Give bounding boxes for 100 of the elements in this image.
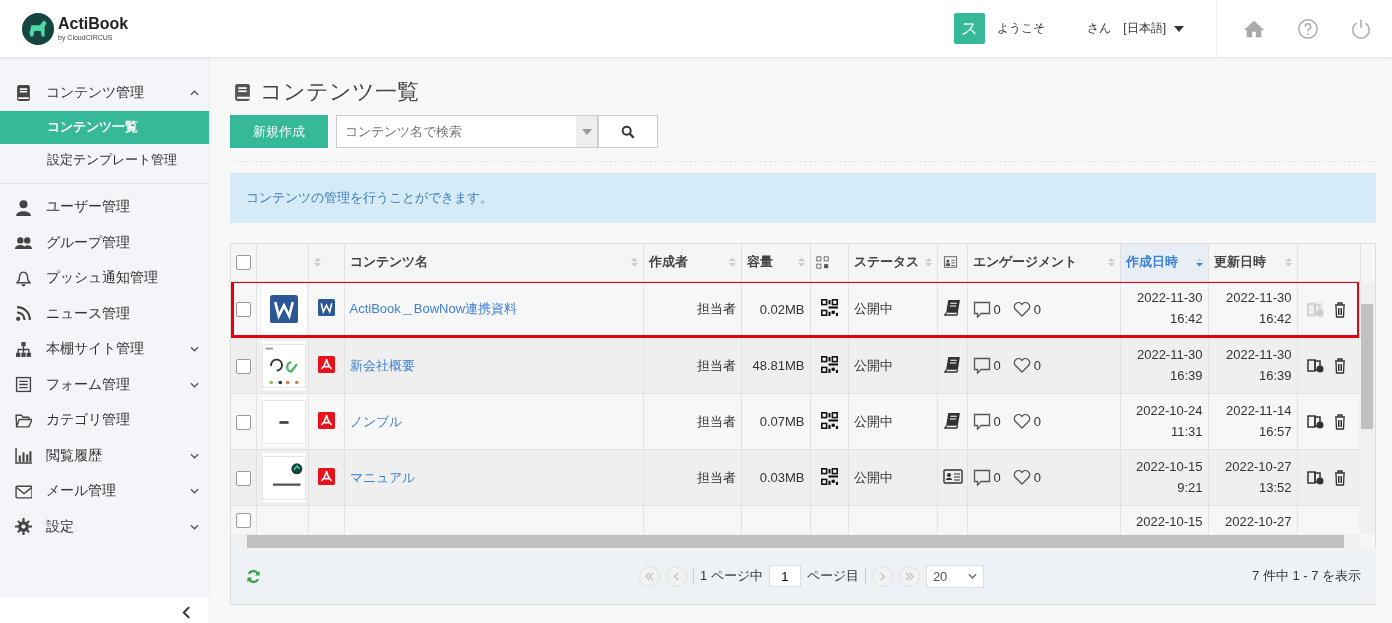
double-chevron-right-icon bbox=[904, 571, 914, 581]
content-link[interactable]: 新会社概要 bbox=[349, 357, 415, 373]
book-icon bbox=[234, 82, 251, 102]
author-text: 担当者 bbox=[696, 301, 736, 317]
refresh-icon[interactable] bbox=[246, 568, 261, 584]
form-icon bbox=[15, 376, 32, 394]
last-page-button[interactable] bbox=[898, 565, 920, 587]
comment-icon bbox=[972, 469, 991, 486]
sidebar-item[interactable]: ユーザー管理 bbox=[0, 189, 209, 225]
power-icon[interactable] bbox=[1350, 17, 1372, 40]
comment-count: 0 bbox=[993, 301, 1001, 317]
sidebar-item[interactable]: ニュース管理 bbox=[0, 296, 209, 332]
column-header[interactable]: コンテンツ名 bbox=[349, 253, 428, 272]
sidebar-item[interactable]: 閲覧履歴 bbox=[0, 438, 209, 474]
date-text: 2022-10-27 bbox=[1225, 514, 1292, 529]
sidebar-item[interactable]: メール管理 bbox=[0, 473, 209, 509]
book-icon bbox=[15, 84, 32, 102]
trash-icon[interactable] bbox=[1332, 469, 1347, 486]
collapse-chevron-icon[interactable] bbox=[190, 88, 199, 97]
file-size-text: 48.81MB bbox=[752, 358, 805, 373]
column-header[interactable]: エンゲージメント bbox=[972, 253, 1077, 272]
comment-icon bbox=[972, 357, 991, 374]
info-message: コンテンツの管理を行うことができます。 bbox=[230, 173, 1376, 223]
sort-icon[interactable] bbox=[924, 257, 932, 268]
date-text: 2022-11-30 16:42 bbox=[1136, 290, 1203, 327]
comment-icon bbox=[972, 300, 991, 318]
sidebar-item[interactable]: カテゴリ管理 bbox=[0, 402, 209, 438]
sort-icon[interactable] bbox=[797, 257, 805, 268]
date-text: 2022-10-15 9:21 bbox=[1136, 458, 1203, 495]
book-icon[interactable] bbox=[943, 355, 961, 373]
checkbox[interactable] bbox=[236, 513, 251, 529]
first-page-button[interactable] bbox=[639, 565, 661, 587]
page-suffix-text: ページ目 bbox=[806, 567, 859, 585]
sidebar-item[interactable]: グループ管理 bbox=[0, 225, 209, 261]
checkbox[interactable] bbox=[236, 358, 251, 374]
expand-chevron-icon[interactable] bbox=[190, 451, 199, 460]
qr-code-icon[interactable] bbox=[820, 355, 838, 373]
sidebar-item[interactable]: 本棚サイト管理 bbox=[0, 331, 209, 367]
page-size-dropdown[interactable]: 20 bbox=[925, 564, 984, 588]
column-header[interactable]: 更新日時 bbox=[1213, 253, 1266, 272]
sidebar-subitem[interactable]: 設定テンプレート管理 bbox=[0, 143, 209, 177]
like-count: 0 bbox=[1033, 470, 1041, 485]
checkbox[interactable] bbox=[236, 414, 251, 430]
sidebar-item[interactable]: プッシュ通知管理 bbox=[0, 260, 209, 296]
help-icon[interactable] bbox=[1297, 17, 1319, 40]
users-icon bbox=[15, 234, 32, 252]
file-size-text: 0.03MB bbox=[759, 470, 805, 485]
content-link[interactable]: ノンブル bbox=[349, 413, 402, 429]
book-icon[interactable] bbox=[943, 411, 961, 429]
sort-icon[interactable] bbox=[1284, 257, 1292, 268]
author-text: 担当者 bbox=[696, 469, 736, 485]
column-header[interactable]: 作成者 bbox=[648, 253, 688, 272]
search-button[interactable] bbox=[598, 115, 658, 148]
column-header[interactable]: ステータス bbox=[853, 253, 919, 272]
qr-code-icon[interactable] bbox=[820, 467, 838, 485]
checkbox[interactable] bbox=[236, 254, 251, 270]
author-text: 担当者 bbox=[696, 357, 736, 373]
trash-icon[interactable] bbox=[1332, 413, 1347, 430]
sort-icon[interactable] bbox=[1107, 257, 1115, 268]
expand-chevron-icon[interactable] bbox=[190, 380, 199, 389]
qr-code-icon[interactable] bbox=[820, 299, 838, 317]
user-icon bbox=[15, 198, 32, 216]
copy-icon[interactable] bbox=[1306, 357, 1324, 374]
settings-icon bbox=[15, 518, 32, 536]
heart-icon bbox=[1012, 357, 1031, 374]
content-link[interactable]: マニュアル bbox=[349, 469, 415, 485]
copy-icon[interactable] bbox=[1306, 413, 1324, 430]
language-dropdown[interactable]: [日本語] bbox=[1123, 20, 1184, 37]
column-header[interactable]: 容量 bbox=[746, 253, 773, 272]
rss-icon bbox=[15, 305, 32, 323]
sort-icon[interactable] bbox=[313, 257, 321, 268]
page-title: コンテンツ一覧 bbox=[260, 78, 419, 106]
sort-icon[interactable] bbox=[630, 257, 638, 268]
sidebar-item[interactable]: フォーム管理 bbox=[0, 367, 209, 403]
sidebar-item[interactable]: コンテンツ管理 bbox=[0, 75, 209, 111]
heart-icon bbox=[1012, 469, 1031, 486]
sidebar-item[interactable]: 設定 bbox=[0, 509, 209, 545]
content-link[interactable]: ActiBook＿BowNow連携資料 bbox=[349, 301, 518, 317]
book-icon[interactable] bbox=[943, 299, 961, 317]
checkbox[interactable] bbox=[236, 470, 251, 486]
expand-chevron-icon[interactable] bbox=[190, 522, 199, 531]
welcome-text: ようこそ bbox=[997, 20, 1046, 37]
folder-icon bbox=[15, 411, 32, 429]
sort-icon[interactable] bbox=[728, 257, 736, 268]
collapse-sidebar-icon[interactable] bbox=[182, 605, 191, 619]
comment-count: 0 bbox=[993, 470, 1001, 485]
qr-code-icon[interactable] bbox=[820, 411, 838, 429]
id-card-icon[interactable] bbox=[942, 467, 963, 485]
sort-icon[interactable] bbox=[1195, 257, 1203, 268]
vertical-scrollbar[interactable] bbox=[1359, 281, 1375, 534]
checkbox[interactable] bbox=[236, 302, 251, 318]
expand-chevron-icon[interactable] bbox=[190, 345, 199, 354]
trash-icon[interactable] bbox=[1332, 301, 1347, 318]
date-text: 2022-11-30 16:42 bbox=[1225, 290, 1292, 327]
page-number-field[interactable]: 1 bbox=[768, 565, 801, 587]
comment-count: 0 bbox=[993, 358, 1001, 373]
trash-icon[interactable] bbox=[1332, 357, 1347, 374]
expand-chevron-icon[interactable] bbox=[190, 487, 199, 496]
logo-text: ActiBook bbox=[58, 16, 129, 32]
copy-icon[interactable] bbox=[1306, 469, 1324, 486]
